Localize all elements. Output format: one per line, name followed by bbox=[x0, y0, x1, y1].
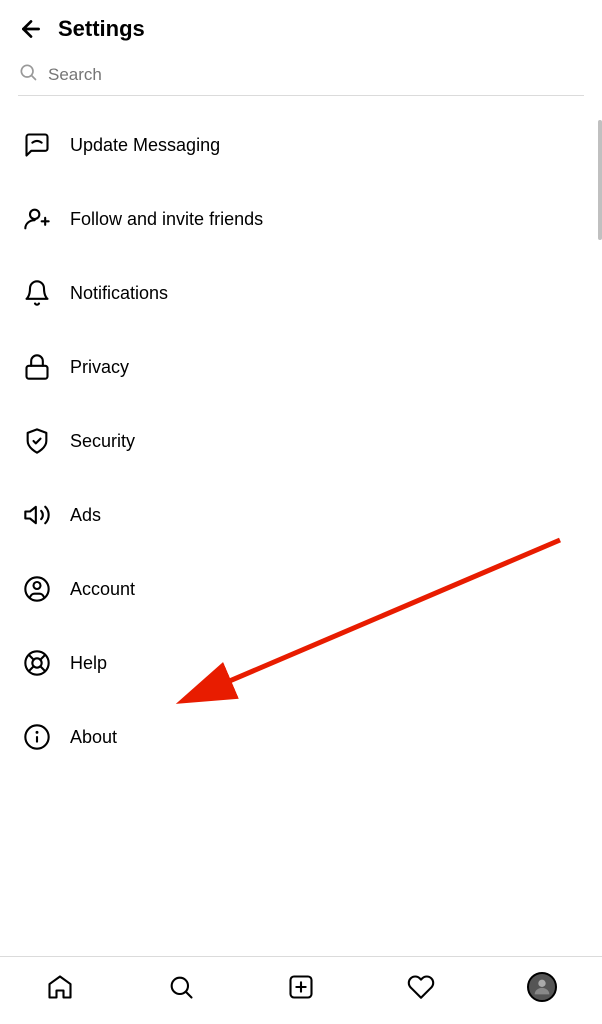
menu-label-account: Account bbox=[70, 579, 135, 600]
menu-item-ads[interactable]: Ads bbox=[0, 478, 602, 552]
search-bar[interactable] bbox=[18, 62, 584, 96]
search-icon bbox=[18, 62, 38, 87]
menu-label-help: Help bbox=[70, 653, 107, 674]
person-circle-icon bbox=[18, 570, 56, 608]
menu-label-privacy: Privacy bbox=[70, 357, 129, 378]
menu-label-about: About bbox=[70, 727, 117, 748]
lock-icon bbox=[18, 348, 56, 386]
search-input[interactable] bbox=[48, 65, 584, 85]
nav-activity[interactable] bbox=[361, 973, 481, 1001]
menu-label-notifications: Notifications bbox=[70, 283, 168, 304]
nav-new-post[interactable] bbox=[241, 973, 361, 1001]
avatar bbox=[527, 972, 557, 1002]
menu-item-notifications[interactable]: Notifications bbox=[0, 256, 602, 330]
menu-item-security[interactable]: Security bbox=[0, 404, 602, 478]
menu-label-security: Security bbox=[70, 431, 135, 452]
menu-item-privacy[interactable]: Privacy bbox=[0, 330, 602, 404]
menu-item-about[interactable]: About bbox=[0, 700, 602, 774]
menu-list: Update Messaging Follow and invite frien… bbox=[0, 102, 602, 780]
menu-item-help[interactable]: Help bbox=[0, 626, 602, 700]
header: Settings bbox=[0, 0, 602, 52]
menu-label-update-messaging: Update Messaging bbox=[70, 135, 220, 156]
add-person-icon bbox=[18, 200, 56, 238]
back-button[interactable] bbox=[18, 16, 44, 42]
nav-home[interactable] bbox=[0, 973, 120, 1001]
messenger-icon bbox=[18, 126, 56, 164]
menu-label-follow-invite: Follow and invite friends bbox=[70, 209, 263, 230]
megaphone-icon bbox=[18, 496, 56, 534]
menu-item-follow-invite[interactable]: Follow and invite friends bbox=[0, 182, 602, 256]
page-title: Settings bbox=[58, 16, 145, 42]
bottom-nav bbox=[0, 956, 602, 1024]
menu-label-ads: Ads bbox=[70, 505, 101, 526]
lifebuoy-icon bbox=[18, 644, 56, 682]
info-circle-icon bbox=[18, 718, 56, 756]
menu-item-account[interactable]: Account bbox=[0, 552, 602, 626]
menu-item-update-messaging[interactable]: Update Messaging bbox=[0, 108, 602, 182]
scrollbar-thumb[interactable] bbox=[598, 120, 602, 240]
scrollbar[interactable] bbox=[598, 120, 602, 944]
nav-profile[interactable] bbox=[482, 972, 602, 1002]
shield-icon bbox=[18, 422, 56, 460]
nav-search[interactable] bbox=[120, 973, 240, 1001]
bell-icon bbox=[18, 274, 56, 312]
